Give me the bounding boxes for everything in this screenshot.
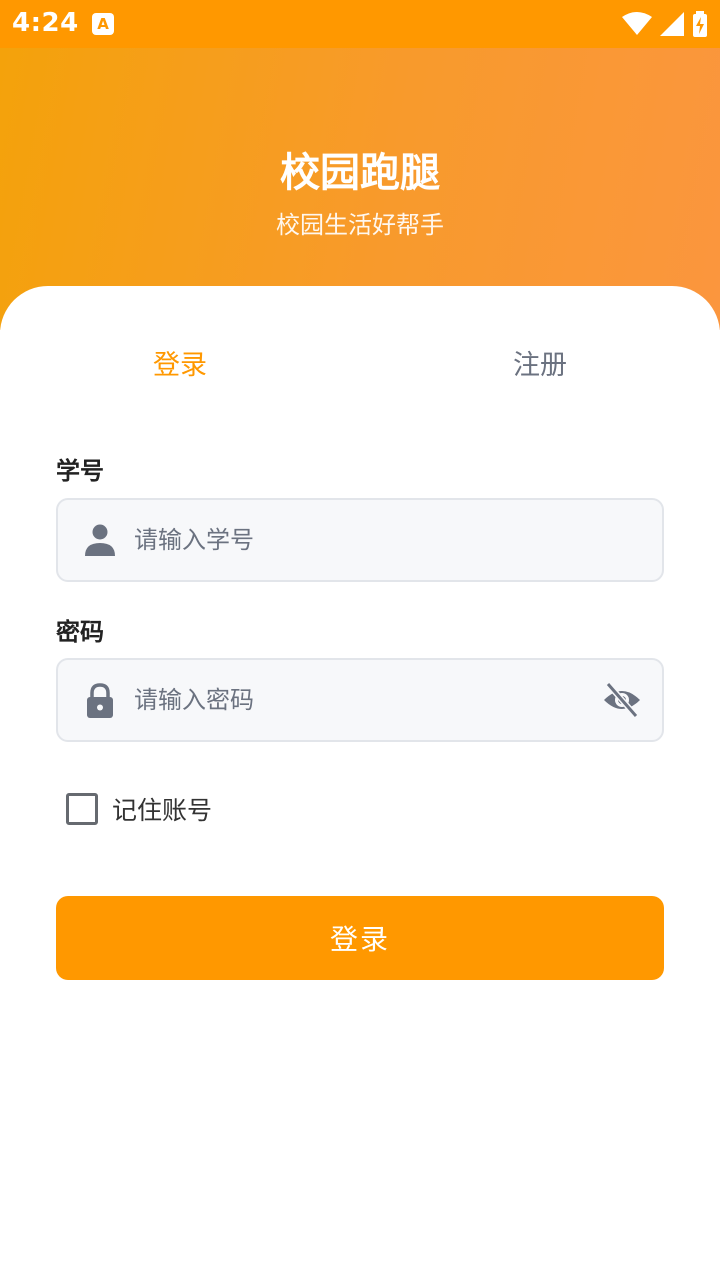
app-subtitle: 校园生活好帮手 bbox=[276, 211, 444, 239]
password-label: 密码 bbox=[56, 618, 104, 646]
student-id-field[interactable] bbox=[56, 498, 664, 582]
remember-account[interactable]: 记住账号 bbox=[66, 791, 212, 827]
remember-checkbox[interactable] bbox=[66, 793, 98, 825]
login-button[interactable]: 登录 bbox=[56, 896, 664, 980]
student-id-input[interactable] bbox=[134, 500, 574, 580]
tab-login[interactable]: 登录 bbox=[80, 343, 280, 382]
lock-icon bbox=[87, 683, 113, 718]
student-id-label: 学号 bbox=[56, 457, 104, 485]
status-icons bbox=[622, 10, 708, 38]
app-title: 校园跑腿 bbox=[280, 150, 440, 196]
status-time: 4:24 bbox=[12, 8, 79, 38]
tab-register[interactable]: 注册 bbox=[440, 343, 640, 382]
header-banner: 4:24 A 校园跑腿 校园生活好帮手 bbox=[0, 0, 720, 330]
wifi-icon bbox=[622, 12, 652, 35]
person-icon bbox=[85, 524, 115, 556]
signal-icon bbox=[660, 12, 684, 36]
eye-off-icon[interactable] bbox=[602, 680, 642, 720]
battery-icon bbox=[693, 11, 707, 37]
remember-label: 记住账号 bbox=[112, 796, 213, 825]
password-input[interactable] bbox=[134, 660, 574, 740]
app-notification-icon: A bbox=[92, 13, 114, 35]
status-bar: 4:24 A bbox=[0, 0, 720, 48]
password-field[interactable] bbox=[56, 658, 664, 742]
login-card: 登录 注册 学号 密码 记住账号 登录 bbox=[0, 286, 720, 1280]
